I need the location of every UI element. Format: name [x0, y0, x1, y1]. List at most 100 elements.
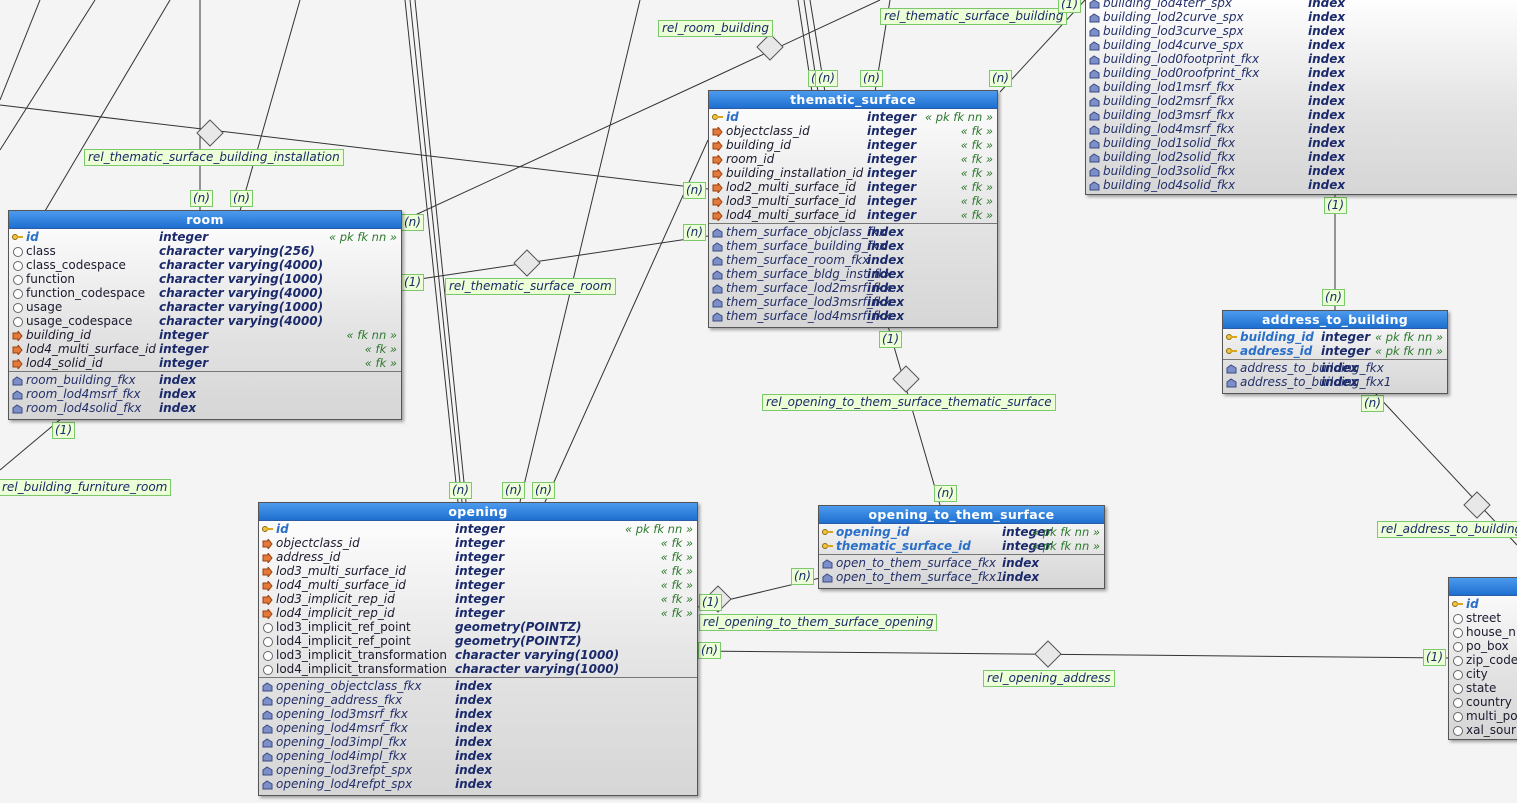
index-row[interactable]: them_surface_lod4msrf_fkx index — [709, 309, 997, 323]
column-row[interactable]: house_n — [1449, 625, 1517, 639]
index-row[interactable]: opening_lod4impl_fkx index — [259, 749, 697, 763]
column-row[interactable]: objectclass_id integer « fk » — [259, 536, 697, 551]
index-row[interactable]: room_lod4solid_fkx index — [9, 401, 401, 415]
column-row[interactable]: lod4_implicit_transformation character va… — [259, 662, 697, 676]
column-row[interactable]: function character varying(1000) — [9, 272, 401, 286]
column-row[interactable]: country — [1449, 695, 1517, 709]
table-address[interactable]: id street house_n po_box zip_code city state co… — [1448, 577, 1517, 740]
column-row[interactable]: lod3_multi_surface_id integer « fk » — [709, 194, 997, 209]
column-row[interactable]: id integer « pk fk nn » — [259, 522, 697, 536]
column-row[interactable]: usage_codespace character varying(4000) — [9, 314, 401, 328]
index-row[interactable]: them_surface_objclass_fkx index — [709, 225, 997, 239]
column-row[interactable]: lod3_implicit_ref_point geometry(POINTZ) — [259, 620, 697, 634]
relation-label-thematic-surface-building[interactable]: rel_thematic_surface_building — [880, 8, 1068, 25]
column-row[interactable]: usage character varying(1000) — [9, 300, 401, 314]
relation-label-address-to-building[interactable]: rel_address_to_building — [1377, 521, 1517, 538]
column-row[interactable]: po_box — [1449, 639, 1517, 653]
column-row[interactable]: lod4_multi_surface_id integer « fk » — [9, 342, 401, 357]
relation-label-thematic-surface-building-installation[interactable]: rel_thematic_surface_building_installati… — [84, 149, 344, 166]
index-row[interactable]: opening_lod4refpt_spx index — [259, 777, 697, 791]
index-row[interactable]: room_building_fkx index — [9, 373, 401, 387]
index-row[interactable]: them_surface_lod2msrf_fkx index — [709, 281, 997, 295]
column-row[interactable]: multi_po — [1449, 709, 1517, 723]
column-row[interactable]: function_codespace character varying(4000… — [9, 286, 401, 300]
column-row[interactable]: objectclass_id integer « fk » — [709, 124, 997, 139]
column-row[interactable]: lod4_solid_id integer « fk » — [9, 356, 401, 371]
index-row[interactable]: building_lod4curve_spx index — [1086, 38, 1517, 52]
index-row[interactable]: building_lod1solid_fkx index — [1086, 136, 1517, 150]
index-row[interactable]: opening_address_fkx index — [259, 693, 697, 707]
table-room[interactable]: room id integer « pk fk nn » class character… — [8, 210, 402, 420]
index-row[interactable]: opening_lod3impl_fkx index — [259, 735, 697, 749]
column-row[interactable]: building_id integer « fk » — [709, 138, 997, 153]
table-title[interactable] — [1449, 578, 1517, 596]
column-row[interactable]: state — [1449, 681, 1517, 695]
index-row[interactable]: building_lod4msrf_fkx index — [1086, 122, 1517, 136]
index-row[interactable]: building_lod4terr_spx index — [1086, 0, 1517, 10]
column-row[interactable]: address_id integer « pk fk nn » — [1223, 344, 1447, 358]
relation-label-opening-address[interactable]: rel_opening_address — [983, 670, 1115, 687]
column-row[interactable]: building_id integer « fk nn » — [9, 328, 401, 343]
column-row[interactable]: lod4_implicit_ref_point geometry(POINTZ) — [259, 634, 697, 648]
column-row[interactable]: lod4_implicit_rep_id integer « fk » — [259, 606, 697, 621]
index-row[interactable]: building_lod2solid_fkx index — [1086, 150, 1517, 164]
relation-label-opening-to-them-surface-thematic-surface[interactable]: rel_opening_to_them_surface_thematic_sur… — [762, 394, 1056, 411]
relation-label-room-building[interactable]: rel_room_building — [658, 20, 774, 37]
column-row[interactable]: lod2_multi_surface_id integer « fk » — [709, 180, 997, 195]
index-row[interactable]: opening_objectclass_fkx index — [259, 679, 697, 693]
column-row[interactable]: lod3_multi_surface_id integer « fk » — [259, 564, 697, 579]
table-building[interactable]: building_lod4terr_spx index building_lod2c… — [1085, 0, 1517, 195]
index-row[interactable]: building_lod2msrf_fkx index — [1086, 94, 1517, 108]
index-row[interactable]: opening_lod3msrf_fkx index — [259, 707, 697, 721]
column-row[interactable]: class character varying(256) — [9, 244, 401, 258]
column-row[interactable]: id integer « pk fk nn » — [9, 230, 401, 244]
index-row[interactable]: them_surface_room_fkx index — [709, 253, 997, 267]
index-row[interactable]: building_lod3msrf_fkx index — [1086, 108, 1517, 122]
column-row[interactable]: zip_code — [1449, 653, 1517, 667]
index-row[interactable]: building_lod0roofprint_fkx index — [1086, 66, 1517, 80]
column-row[interactable]: lod4_multi_surface_id integer « fk » — [709, 208, 997, 223]
column-row[interactable]: lod3_implicit_rep_id integer « fk » — [259, 592, 697, 607]
column-row[interactable]: street — [1449, 611, 1517, 625]
table-title[interactable]: room — [9, 211, 401, 229]
index-row[interactable]: them_surface_building_fkx index — [709, 239, 997, 253]
table-title[interactable]: opening — [259, 503, 697, 521]
index-row[interactable]: building_lod0footprint_fkx index — [1086, 52, 1517, 66]
table-opening[interactable]: opening id integer « pk fk nn » objectclass… — [258, 502, 698, 796]
column-row[interactable]: xal_sour — [1449, 723, 1517, 737]
index-row[interactable]: address_to_building_fkx1 index — [1223, 375, 1447, 389]
index-row[interactable]: building_lod4solid_fkx index — [1086, 178, 1517, 192]
relation-label-building-furniture-room[interactable]: rel_building_furniture_room — [0, 479, 172, 496]
column-row[interactable]: class_codespace character varying(4000) — [9, 258, 401, 272]
column-row[interactable]: opening_id integer « pk fk nn » — [819, 525, 1104, 539]
index-row[interactable]: building_lod3curve_spx index — [1086, 24, 1517, 38]
index-row[interactable]: opening_lod3refpt_spx index — [259, 763, 697, 777]
relation-label-opening-to-them-surface-opening[interactable]: rel_opening_to_them_surface_opening — [699, 614, 938, 631]
index-row[interactable]: building_lod2curve_spx index — [1086, 10, 1517, 24]
index-row[interactable]: them_surface_lod3msrf_fkx index — [709, 295, 997, 309]
index-row[interactable]: address_to_building_fkx index — [1223, 361, 1447, 375]
index-row[interactable]: open_to_them_surface_fkx1 index — [819, 570, 1104, 584]
table-title[interactable]: opening_to_them_surface — [819, 506, 1104, 524]
column-row[interactable]: lod4_multi_surface_id integer « fk » — [259, 578, 697, 593]
index-row[interactable]: them_surface_bldg_inst_fkx index — [709, 267, 997, 281]
relation-label-thematic-surface-room[interactable]: rel_thematic_surface_room — [445, 278, 616, 295]
column-row[interactable]: room_id integer « fk » — [709, 152, 997, 167]
index-row[interactable]: building_lod1msrf_fkx index — [1086, 80, 1517, 94]
index-row[interactable]: room_lod4msrf_fkx index — [9, 387, 401, 401]
column-row[interactable]: id integer « pk fk nn » — [709, 110, 997, 124]
table-address-to-building[interactable]: address_to_building building_id integer « … — [1222, 310, 1448, 394]
column-row[interactable]: city — [1449, 667, 1517, 681]
index-row[interactable]: building_lod3solid_fkx index — [1086, 164, 1517, 178]
table-thematic-surface[interactable]: thematic_surface id integer « pk fk nn » ob… — [708, 90, 998, 328]
table-opening-to-them-surface[interactable]: opening_to_them_surface opening_id intege… — [818, 505, 1105, 589]
column-row[interactable]: thematic_surface_id integer « pk fk nn » — [819, 539, 1104, 553]
column-row[interactable]: building_installation_id integer « fk » — [709, 166, 997, 181]
column-row[interactable]: lod3_implicit_transformation character va… — [259, 648, 697, 662]
column-row[interactable]: building_id integer « pk fk nn » — [1223, 330, 1447, 344]
table-title[interactable]: thematic_surface — [709, 91, 997, 109]
column-row[interactable]: address_id integer « fk » — [259, 550, 697, 565]
index-row[interactable]: opening_lod4msrf_fkx index — [259, 721, 697, 735]
column-row[interactable]: id — [1449, 597, 1517, 611]
table-title[interactable]: address_to_building — [1223, 311, 1447, 329]
